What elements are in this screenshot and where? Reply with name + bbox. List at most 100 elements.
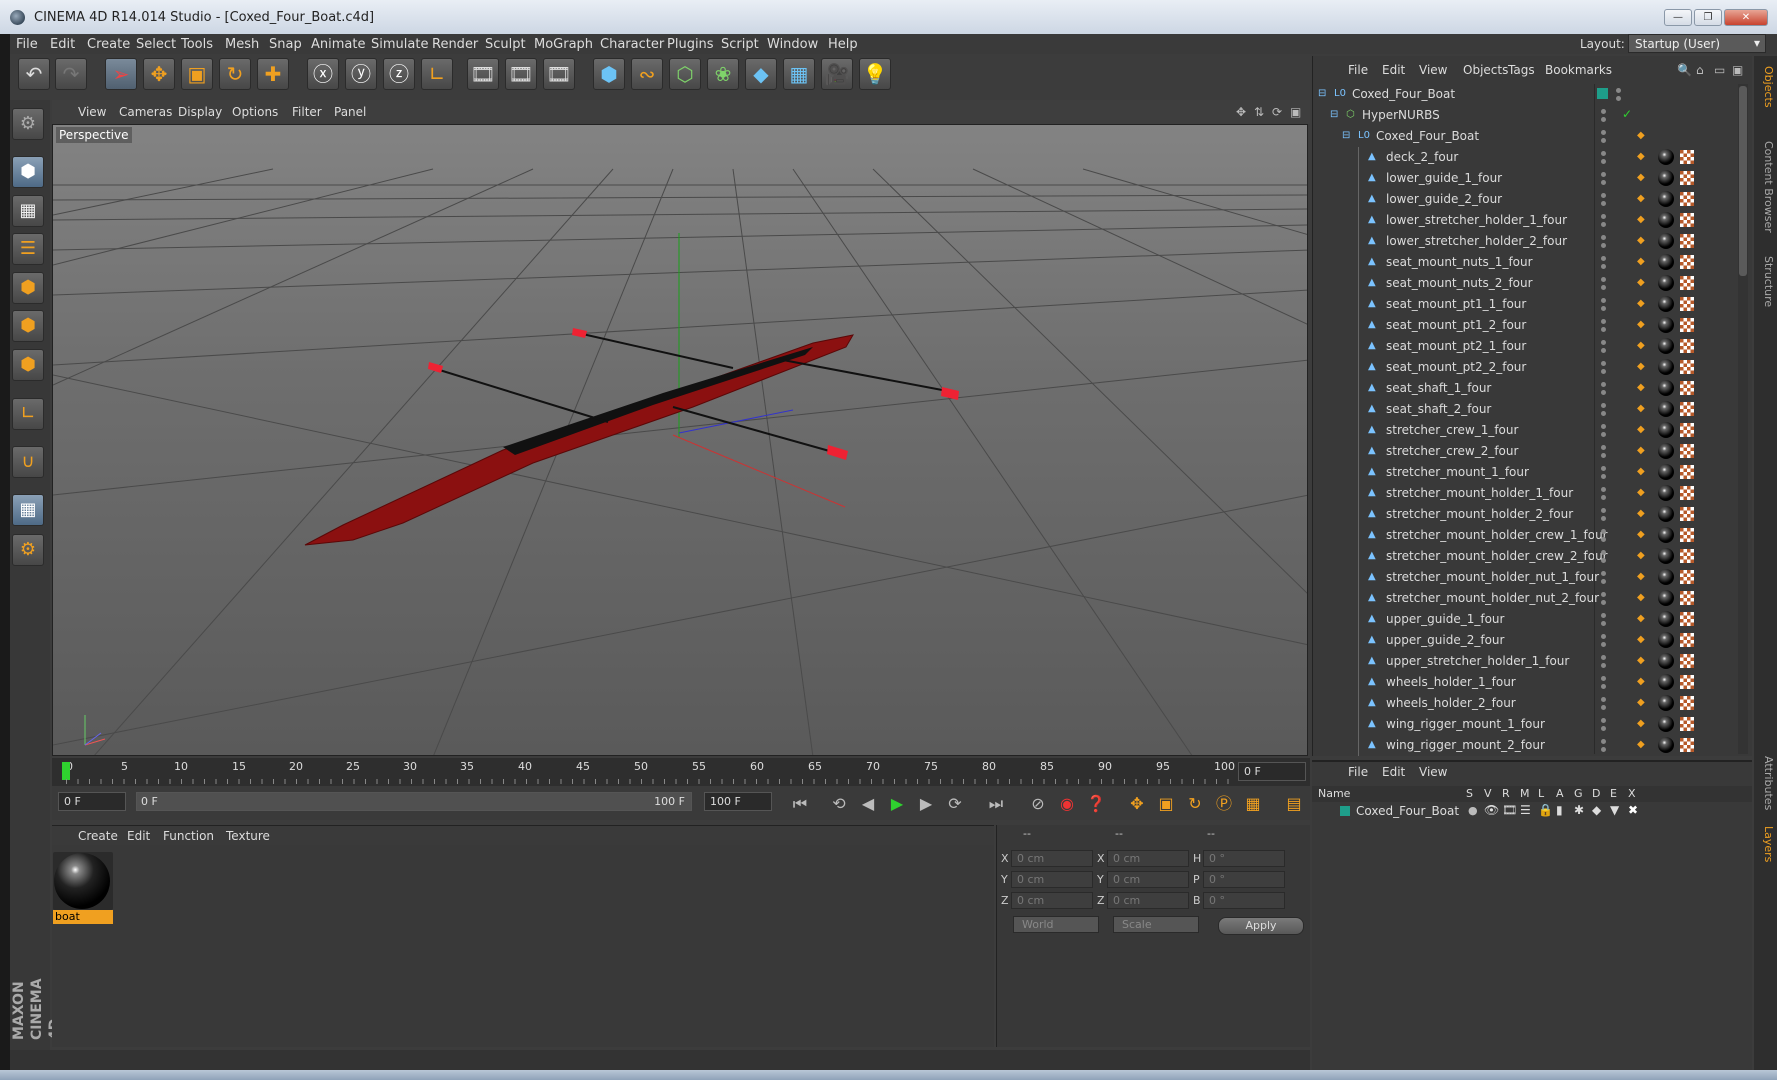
phong-tag-icon[interactable]: ◆ xyxy=(1637,340,1648,352)
render-visibility-dot[interactable] xyxy=(1601,453,1606,458)
editor-visibility-dot[interactable] xyxy=(1601,109,1606,114)
object-row-child[interactable]: ▲ upper_guide_1_four ◆ xyxy=(1312,609,1734,630)
texture-tag-icon[interactable] xyxy=(1680,444,1694,458)
editor-visibility-dot[interactable] xyxy=(1601,592,1606,597)
key-scale-icon[interactable]: ▣ xyxy=(1153,792,1179,816)
render-visibility-dot[interactable] xyxy=(1601,138,1606,143)
viewport-menu-view[interactable]: View xyxy=(78,105,106,119)
render-visibility-dot[interactable] xyxy=(1601,369,1606,374)
material-tag-icon[interactable] xyxy=(1658,296,1674,312)
texture-tag-icon[interactable] xyxy=(1680,675,1694,689)
menu-tools[interactable]: Tools xyxy=(181,37,213,52)
editor-visibility-dot[interactable] xyxy=(1601,655,1606,660)
phong-tag-icon[interactable]: ◆ xyxy=(1637,466,1648,478)
texture-tag-icon[interactable] xyxy=(1680,465,1694,479)
home-icon[interactable]: ⌂ xyxy=(1696,63,1704,77)
phong-tag-icon[interactable]: ◆ xyxy=(1637,361,1648,373)
editor-visibility-dot[interactable] xyxy=(1601,445,1606,450)
editor-visibility-dot[interactable] xyxy=(1601,718,1606,723)
search-icon[interactable]: 🔍 xyxy=(1677,63,1692,77)
render-visibility-dot[interactable] xyxy=(1601,726,1606,731)
texture-tag-icon[interactable] xyxy=(1680,486,1694,500)
menu-render[interactable]: Render xyxy=(432,37,478,52)
render-visibility-dot[interactable] xyxy=(1601,558,1606,563)
editor-visibility-dot[interactable] xyxy=(1601,529,1606,534)
prev-frame-icon[interactable]: ◀ xyxy=(855,792,881,816)
object-row-child[interactable]: ▲ seat_shaft_1_four ◆ xyxy=(1312,378,1734,399)
render-visibility-dot[interactable] xyxy=(1601,474,1606,479)
goto-start-icon[interactable]: ⏮ xyxy=(787,792,813,816)
texture-tag-icon[interactable] xyxy=(1680,318,1694,332)
texture-tag-icon[interactable] xyxy=(1680,150,1694,164)
coordinate-system-button[interactable]: ∟ xyxy=(421,58,453,90)
texture-tag-icon[interactable] xyxy=(1680,213,1694,227)
camera-button[interactable]: 🎥 xyxy=(821,58,853,90)
phong-tag-icon[interactable]: ◆ xyxy=(1637,298,1648,310)
live-selection-tool-button[interactable]: ➢ xyxy=(105,58,137,90)
render-visibility-dot[interactable] xyxy=(1601,285,1606,290)
column-header-m[interactable]: M xyxy=(1520,787,1530,800)
add-tool-button[interactable]: ✚ xyxy=(257,58,289,90)
editor-visibility-dot[interactable] xyxy=(1601,697,1606,702)
object-row-child[interactable]: ▲ lower_guide_2_four ◆ xyxy=(1312,189,1734,210)
size-y-field[interactable]: 0 cm xyxy=(1107,871,1189,888)
render-visibility-dot[interactable] xyxy=(1601,621,1606,626)
y-axis-lock-button[interactable]: ⓨ xyxy=(345,58,377,90)
object-row-child[interactable]: ▲ stretcher_mount_holder_nut_1_four ◆ xyxy=(1312,567,1734,588)
scrollbar-thumb[interactable] xyxy=(1739,86,1747,276)
phong-tag-icon[interactable]: ◆ xyxy=(1637,130,1648,142)
phong-tag-icon[interactable]: ◆ xyxy=(1637,508,1648,520)
texture-mode-button[interactable]: ▦ xyxy=(12,195,44,227)
menu-select[interactable]: Select xyxy=(136,37,176,52)
object-row-child[interactable]: ▲ wing_rigger_mount_1_four ◆ xyxy=(1312,714,1734,735)
spline-pen-button[interactable]: ∾ xyxy=(631,58,663,90)
lm-menu-file[interactable]: File xyxy=(1348,765,1368,779)
phong-tag-icon[interactable]: ◆ xyxy=(1637,655,1648,667)
om-menu-edit[interactable]: Edit xyxy=(1382,63,1405,77)
render-visibility-dot[interactable] xyxy=(1601,642,1606,647)
current-frame-field[interactable]: 0 F xyxy=(1238,762,1306,781)
size-z-field[interactable]: 0 cm xyxy=(1107,892,1189,909)
editor-visibility-dot[interactable] xyxy=(1616,88,1621,93)
autokey-icon[interactable]: ❓ xyxy=(1083,792,1109,816)
material-tag-icon[interactable] xyxy=(1658,317,1674,333)
column-header-l[interactable]: L xyxy=(1538,787,1544,800)
om-menu-file[interactable]: File xyxy=(1348,63,1368,77)
editor-visibility-dot[interactable] xyxy=(1601,634,1606,639)
render-visibility-dot[interactable] xyxy=(1601,306,1606,311)
snapping-button[interactable]: ∪ xyxy=(12,446,44,478)
editor-visibility-dot[interactable] xyxy=(1601,676,1606,681)
viewport-rotate-icon[interactable]: ⟳ xyxy=(1272,105,1282,119)
workplane-lock-button[interactable]: ▦ xyxy=(12,494,44,526)
texture-tag-icon[interactable] xyxy=(1680,612,1694,626)
editor-visibility-dot[interactable] xyxy=(1601,193,1606,198)
object-row-hypernurbs[interactable]: ⊟ ⬡ HyperNURBS ✓ xyxy=(1312,105,1734,126)
tab-attributes[interactable]: Attributes xyxy=(1756,756,1775,810)
render-visibility-dot[interactable] xyxy=(1601,117,1606,122)
column-header-r[interactable]: R xyxy=(1502,787,1510,800)
mograph-cloner-button[interactable]: ❀ xyxy=(707,58,739,90)
texture-tag-icon[interactable] xyxy=(1680,255,1694,269)
material-tag-icon[interactable] xyxy=(1658,485,1674,501)
viewport-maximize-icon[interactable]: ▣ xyxy=(1290,105,1301,119)
layer-color-swatch[interactable] xyxy=(1597,88,1608,99)
material-tag-icon[interactable] xyxy=(1658,569,1674,585)
object-row-root[interactable]: ⊟ L0 Coxed_Four_Boat xyxy=(1312,84,1734,105)
x-axis-lock-button[interactable]: ⓧ xyxy=(307,58,339,90)
record-icon[interactable]: ◉ xyxy=(1054,792,1080,816)
render-visibility-dot[interactable] xyxy=(1601,411,1606,416)
workplane-mode-button[interactable]: ☰ xyxy=(12,233,44,265)
phong-tag-icon[interactable]: ◆ xyxy=(1637,697,1648,709)
phong-tag-icon[interactable]: ◆ xyxy=(1637,592,1648,604)
material-tag-icon[interactable] xyxy=(1658,653,1674,669)
menu-simulate[interactable]: Simulate xyxy=(371,37,428,52)
phong-tag-icon[interactable]: ◆ xyxy=(1637,718,1648,730)
object-row-child[interactable]: ▲ seat_mount_nuts_2_four ◆ xyxy=(1312,273,1734,294)
render-visibility-dot[interactable] xyxy=(1601,705,1606,710)
phong-tag-icon[interactable]: ◆ xyxy=(1637,613,1648,625)
timeline-window-icon[interactable]: ▤ xyxy=(1281,792,1307,816)
render-visibility-dot[interactable] xyxy=(1601,747,1606,752)
column-header-g[interactable]: G xyxy=(1574,787,1583,800)
menu-edit[interactable]: Edit xyxy=(50,37,75,52)
object-row-child[interactable]: ▲ lower_stretcher_holder_1_four ◆ xyxy=(1312,210,1734,231)
